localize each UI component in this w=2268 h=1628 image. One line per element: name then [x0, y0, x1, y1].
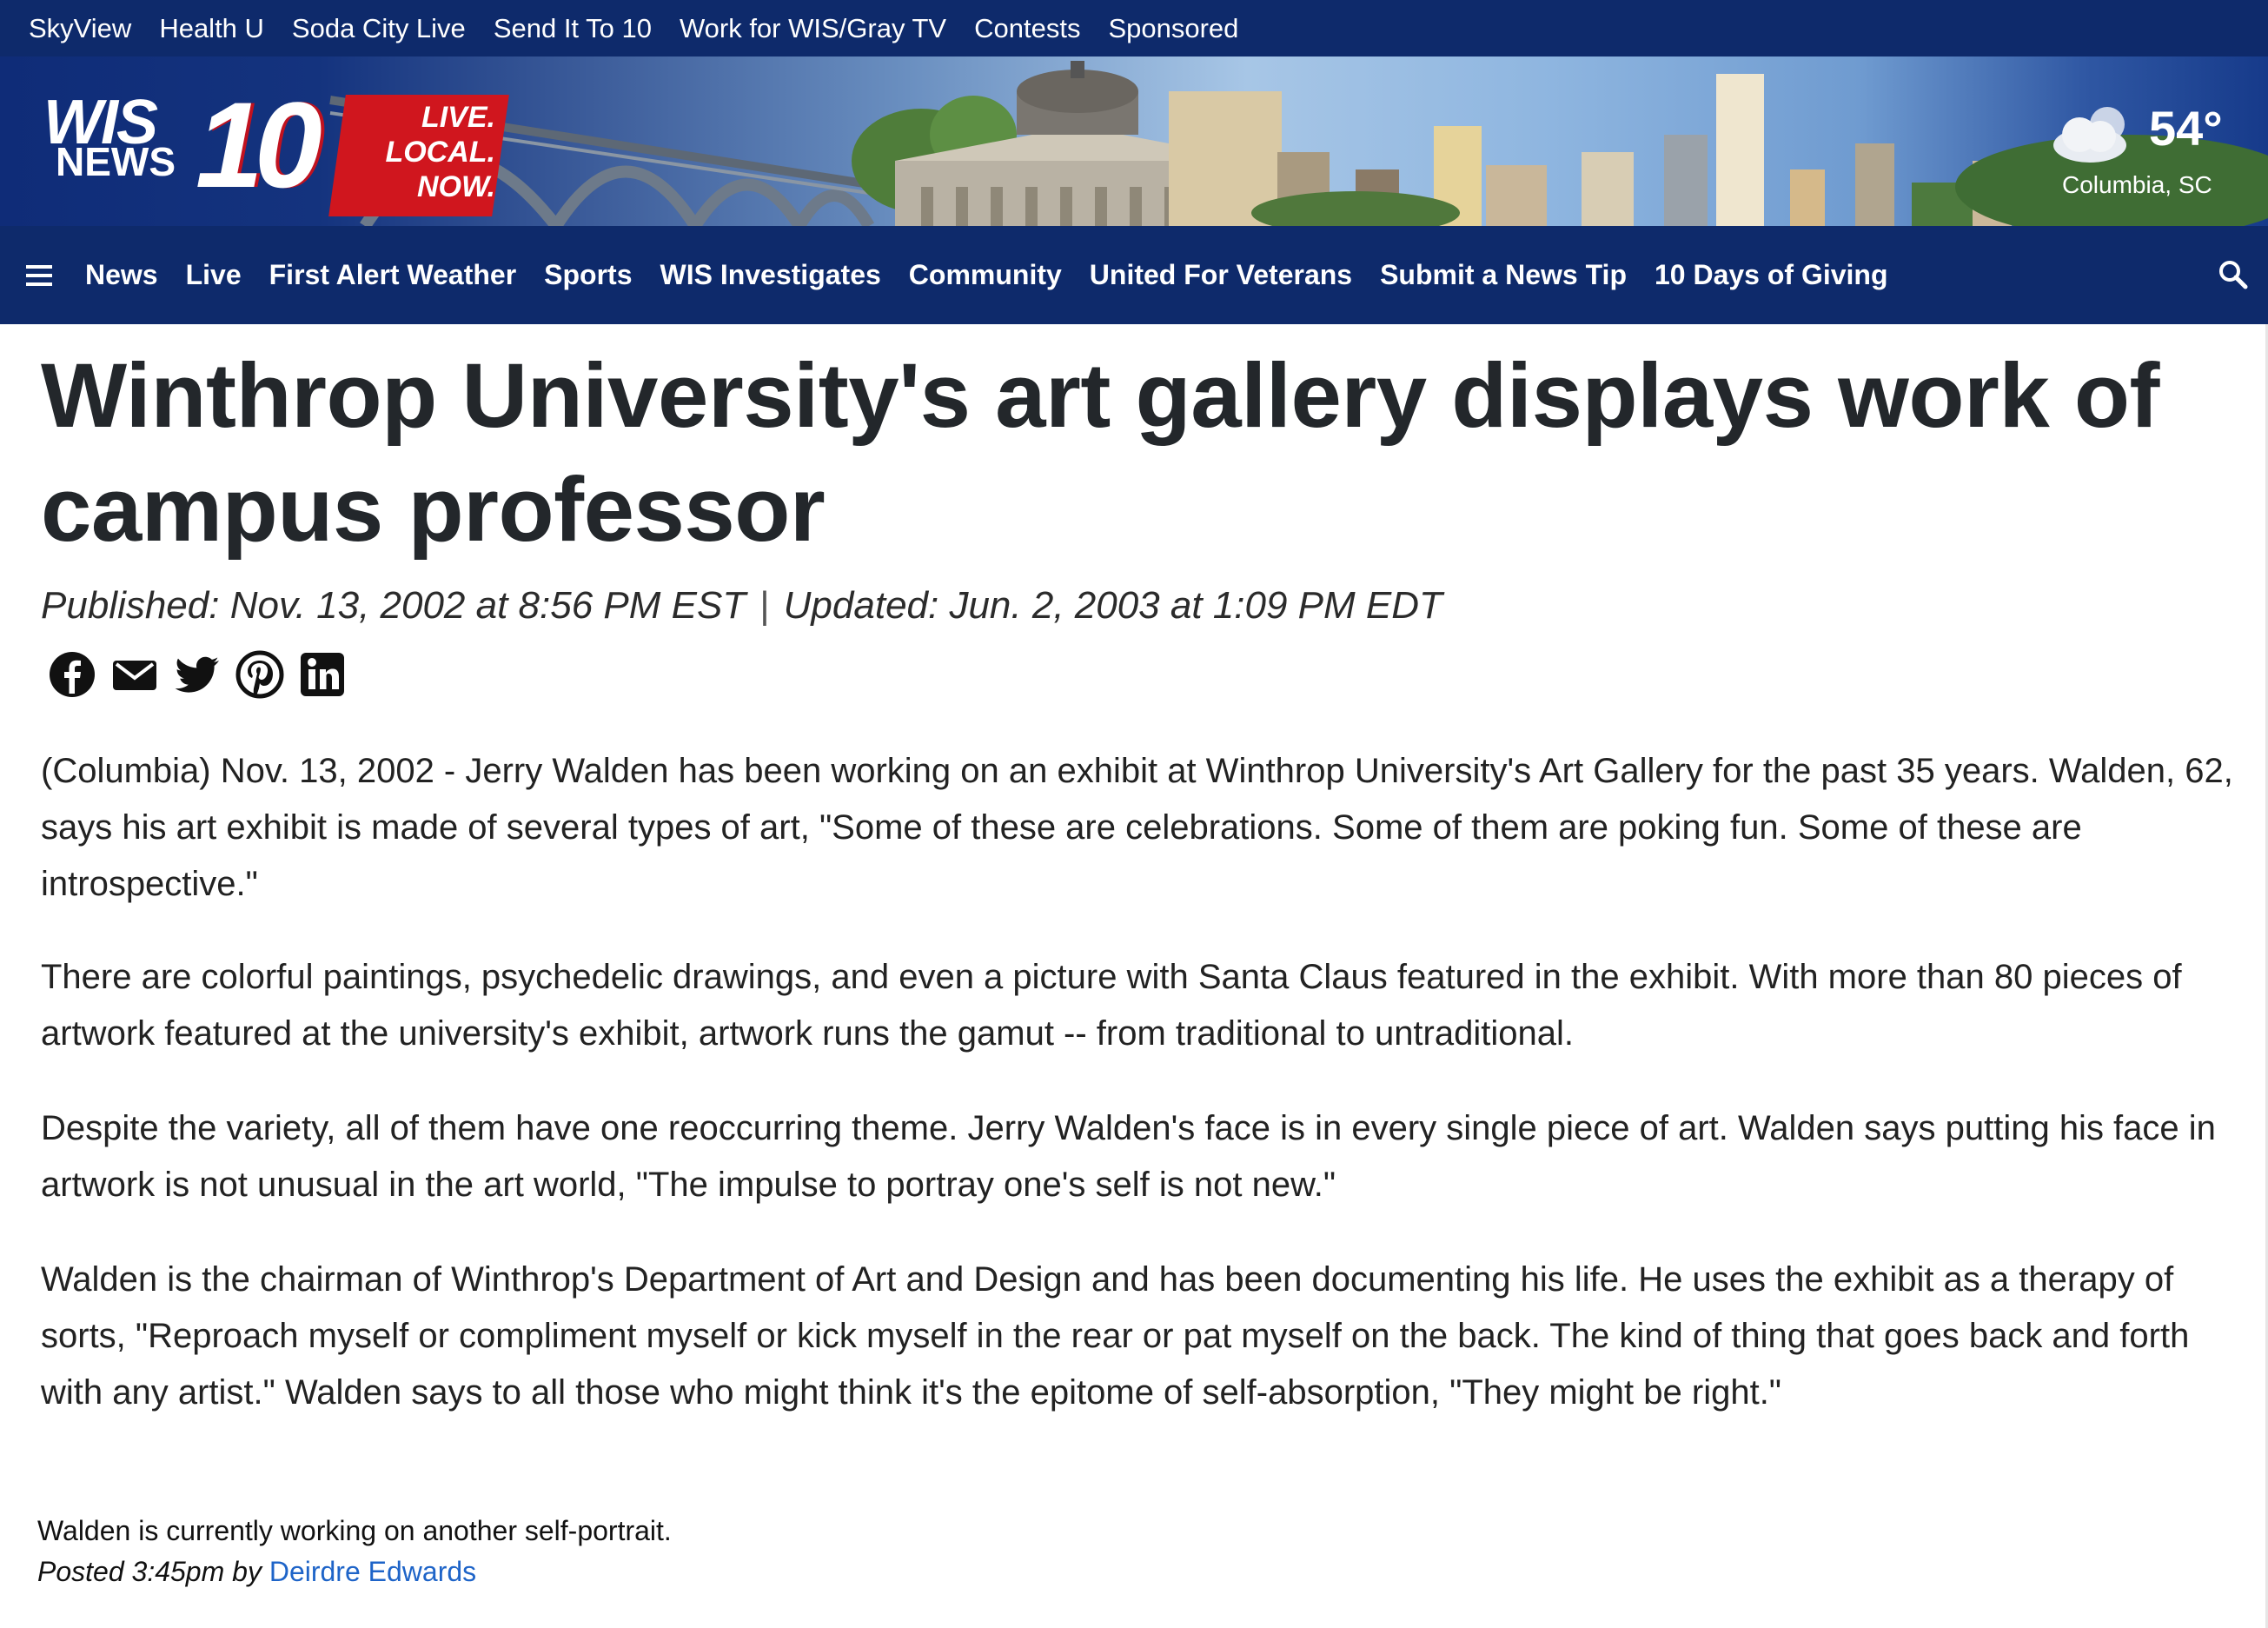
nav-live[interactable]: Live	[186, 259, 242, 291]
search-icon[interactable]	[2218, 259, 2249, 290]
posted-prefix: Posted 3:45pm by	[37, 1556, 269, 1587]
article-paragraph-1: (Columbia) Nov. 13, 2002 - Jerry Walden …	[41, 752, 2233, 903]
linkedin-icon[interactable]	[297, 650, 348, 699]
updated-date: Updated: Jun. 2, 2003 at 1:09 PM EDT	[783, 584, 1442, 627]
top-utility-bar: SkyView Health U Soda City Live Send It …	[0, 0, 2268, 56]
top-link-sponsored[interactable]: Sponsored	[1108, 13, 1238, 44]
top-link-send-it-to-10[interactable]: Send It To 10	[494, 13, 652, 44]
nav-sports[interactable]: Sports	[544, 259, 632, 291]
author-link[interactable]: Deirdre Edwards	[269, 1556, 476, 1587]
nav-wis-investigates[interactable]: WIS Investigates	[660, 259, 880, 291]
nav-news[interactable]: News	[85, 259, 158, 291]
nav-community[interactable]: Community	[909, 259, 1062, 291]
share-bar	[47, 650, 348, 699]
nav-submit-news-tip[interactable]: Submit a News Tip	[1380, 259, 1627, 291]
top-link-work-for-wis[interactable]: Work for WIS/Gray TV	[680, 13, 946, 44]
article-paragraph-2: There are colorful paintings, psychedeli…	[41, 958, 2182, 1053]
partly-cloudy-icon	[2053, 107, 2126, 163]
tagline-local: LOCAL.	[385, 136, 495, 169]
posted-byline: Posted 3:45pm by Deirdre Edwards	[37, 1556, 476, 1588]
weather-widget[interactable]: 54° Columbia, SC	[2046, 91, 2246, 204]
top-link-contests[interactable]: Contests	[974, 13, 1080, 44]
article-dateline: Published: Nov. 13, 2002 at 8:56 PM EST |…	[41, 584, 1442, 628]
nav-united-for-veterans[interactable]: United For Veterans	[1090, 259, 1352, 291]
top-link-soda-city-live[interactable]: Soda City Live	[292, 13, 466, 44]
wis-news-10-logo[interactable]: WIS NEWS 10 LIVE. LOCAL. NOW.	[43, 84, 509, 216]
article-paragraph-4: Walden is the chairman of Winthrop's Dep…	[41, 1260, 2190, 1412]
facebook-icon[interactable]	[47, 650, 97, 699]
logo-tagline: LIVE. LOCAL. NOW.	[348, 100, 495, 204]
top-link-skyview[interactable]: SkyView	[29, 13, 131, 44]
article-footnote: Walden is currently working on another s…	[37, 1515, 672, 1546]
article-paragraph-3: Despite the variety, all of them have on…	[41, 1109, 2216, 1204]
email-icon[interactable]	[109, 650, 160, 699]
weather-location: Columbia, SC	[2062, 171, 2212, 198]
tagline-now: NOW.	[416, 170, 495, 203]
logo-number: 10	[196, 76, 322, 213]
article-headline: Winthrop University's art gallery displa…	[41, 345, 2160, 561]
site-banner: WIS NEWS 10 LIVE. LOCAL. NOW. 54° Columb…	[0, 56, 2268, 226]
published-date: Published: Nov. 13, 2002 at 8:56 PM EST	[41, 584, 746, 627]
top-link-health-u[interactable]: Health U	[159, 13, 264, 44]
twitter-icon[interactable]	[172, 650, 222, 699]
main-navigation: News Live First Alert Weather Sports WIS…	[0, 226, 2268, 324]
nav-10-days-of-giving[interactable]: 10 Days of Giving	[1655, 259, 1888, 291]
hamburger-icon[interactable]	[26, 264, 52, 286]
logo-news-text: NEWS	[56, 139, 176, 184]
weather-temperature: 54°	[2149, 101, 2223, 156]
tagline-live: LIVE.	[421, 101, 495, 134]
nav-first-alert-weather[interactable]: First Alert Weather	[269, 259, 517, 291]
pinterest-icon[interactable]	[235, 650, 285, 699]
dateline-separator: |	[759, 584, 770, 627]
